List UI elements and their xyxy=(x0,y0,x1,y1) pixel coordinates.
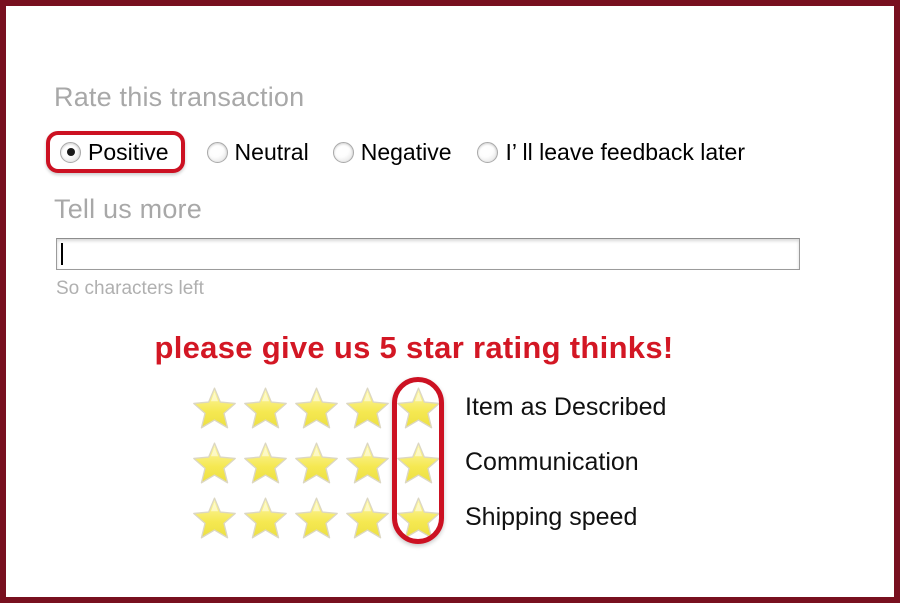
page-frame: Rate this transaction Positive Neutral N… xyxy=(0,0,900,603)
rating-row[interactable]: Item as Described xyxy=(192,380,666,435)
rating-row-label: Communication xyxy=(465,448,639,476)
radio-button-icon[interactable] xyxy=(60,141,81,163)
rating-row-label: Item as Described xyxy=(465,393,667,421)
star-icon[interactable] xyxy=(192,440,237,485)
star-rating-control[interactable] xyxy=(192,495,447,540)
star-icon[interactable] xyxy=(294,385,339,430)
star-icon[interactable] xyxy=(294,495,339,540)
radio-button-icon[interactable] xyxy=(206,141,228,163)
star-icon[interactable] xyxy=(243,495,288,540)
radio-option-neutral-label: Neutral xyxy=(234,138,309,165)
feedback-text-input[interactable] xyxy=(56,238,800,270)
star-icon[interactable] xyxy=(294,440,339,485)
star-icon[interactable] xyxy=(345,495,390,540)
promo-message: please give us 5 star rating thinks! xyxy=(154,330,674,365)
radio-option-negative[interactable]: Negative xyxy=(332,130,452,174)
tell-us-more-heading: Tell us more xyxy=(54,194,202,224)
star-icon[interactable] xyxy=(243,440,288,485)
star-rating-control[interactable] xyxy=(192,440,447,485)
radio-option-neutral[interactable]: Neutral xyxy=(206,130,309,174)
radio-option-feedback-later[interactable]: I’ ll leave feedback later xyxy=(477,130,745,174)
rate-transaction-heading: Rate this transaction xyxy=(54,82,305,112)
rating-row-label: Shipping speed xyxy=(465,503,638,531)
radio-option-positive-label: Positive xyxy=(88,138,169,165)
radio-option-negative-label: Negative xyxy=(360,138,452,165)
star-icon[interactable] xyxy=(396,385,441,430)
star-icon[interactable] xyxy=(396,495,441,540)
form-canvas: Rate this transaction Positive Neutral N… xyxy=(6,6,894,597)
characters-left-counter: So characters left xyxy=(56,278,204,299)
star-icon[interactable] xyxy=(396,440,441,485)
star-icon[interactable] xyxy=(345,385,390,430)
radio-button-icon[interactable] xyxy=(477,141,499,163)
star-rating-control[interactable] xyxy=(192,385,447,430)
radio-option-positive[interactable]: Positive xyxy=(46,131,185,173)
rating-row[interactable]: Shipping speed xyxy=(192,490,666,545)
rating-radio-group[interactable]: Positive Neutral Negative I’ ll leave fe… xyxy=(46,130,745,174)
radio-button-icon[interactable] xyxy=(332,141,354,163)
radio-option-feedback-later-label: I’ ll leave feedback later xyxy=(505,138,745,165)
star-icon[interactable] xyxy=(192,495,237,540)
rating-row[interactable]: Communication xyxy=(192,435,666,490)
star-icon[interactable] xyxy=(345,440,390,485)
text-caret-icon xyxy=(61,243,63,265)
star-rating-block[interactable]: Item as Described Communication Shipping… xyxy=(192,380,666,545)
star-icon[interactable] xyxy=(192,385,237,430)
star-icon[interactable] xyxy=(243,385,288,430)
